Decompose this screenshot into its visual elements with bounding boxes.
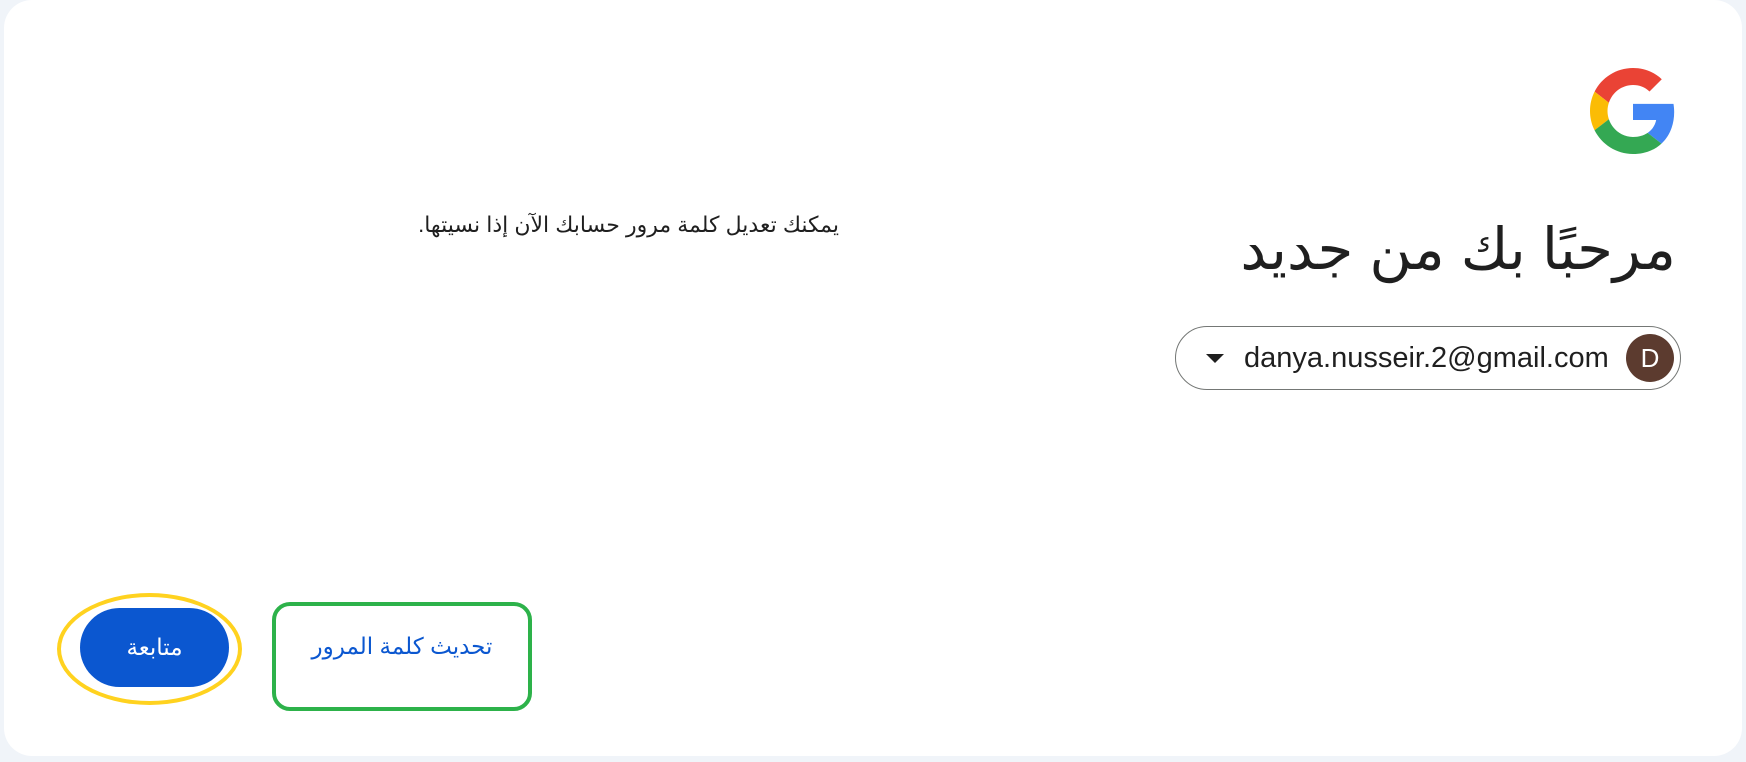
page-title: مرحبًا بك من جديد — [1240, 217, 1676, 282]
account-email: danya.nusseir.2@gmail.com — [1244, 341, 1609, 374]
continue-button[interactable]: متابعة — [80, 608, 229, 687]
update-password-button[interactable]: تحديث كلمة المرور — [294, 620, 510, 672]
google-logo-icon — [1590, 68, 1675, 154]
caret-down-icon — [1206, 353, 1224, 363]
account-chooser-button[interactable]: danya.nusseir.2@gmail.com D — [1175, 326, 1681, 390]
avatar: D — [1626, 334, 1674, 382]
recovery-description: يمكنك تعديل كلمة مرور حسابك الآن إذا نسي… — [418, 212, 839, 237]
signin-card: مرحبًا بك من جديد danya.nusseir.2@gmail.… — [4, 0, 1742, 756]
